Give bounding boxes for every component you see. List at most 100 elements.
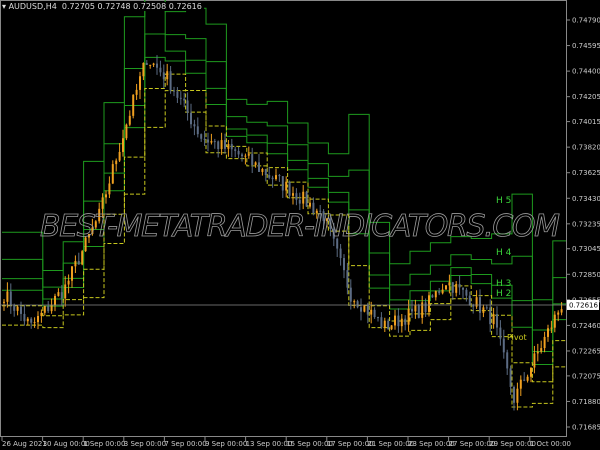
candle — [67, 274, 70, 294]
candle — [13, 303, 16, 317]
candle-body — [349, 287, 352, 302]
candle-body — [247, 154, 250, 156]
level-label-h3: H 3 — [496, 279, 511, 289]
candle — [519, 375, 522, 396]
candle — [227, 139, 230, 157]
candle — [305, 190, 308, 208]
candle-body — [261, 168, 264, 172]
h3-line — [2, 33, 566, 353]
candle-body — [458, 283, 461, 288]
candle — [468, 291, 471, 306]
candle — [156, 55, 158, 75]
price-chart[interactable]: 0.74790 0.74595 0.74400 0.74205 0.74015 0.738… — [0, 0, 600, 450]
candle — [64, 276, 67, 307]
candle — [108, 176, 111, 199]
candle — [173, 86, 175, 97]
candle-body — [77, 260, 80, 265]
candle-body — [193, 124, 196, 127]
candle-body — [108, 183, 111, 195]
candle — [492, 307, 495, 329]
candle — [394, 309, 396, 330]
candle — [244, 153, 247, 165]
candle — [26, 316, 29, 326]
candle — [281, 175, 284, 198]
candle-body — [397, 315, 400, 327]
candle — [50, 298, 53, 314]
candle — [122, 129, 124, 157]
candle — [264, 168, 267, 182]
candle-body — [6, 291, 9, 302]
candle — [533, 345, 536, 374]
candle — [47, 301, 50, 313]
candle-body — [417, 305, 420, 318]
candle-body — [550, 327, 553, 329]
candle-body — [431, 295, 434, 298]
candle — [237, 146, 240, 159]
candle-body — [346, 270, 349, 288]
price-label: 0.72460 — [572, 322, 600, 330]
price-label: 0.72850 — [572, 271, 600, 279]
candle — [550, 320, 553, 334]
candle-body — [363, 305, 366, 312]
candle-body — [9, 291, 12, 306]
candle-body — [200, 134, 203, 139]
candle-body — [37, 315, 39, 323]
candle — [380, 312, 383, 329]
candle-body — [203, 138, 206, 140]
price-label: 0.73045 — [572, 245, 600, 253]
candle-body — [434, 291, 437, 298]
current-price-label: 0.72616 — [569, 301, 598, 309]
candle-body — [485, 307, 488, 309]
candle-body — [506, 352, 509, 369]
candle-body — [145, 62, 148, 65]
chart-window[interactable]: 0.74790 0.74595 0.74400 0.74205 0.74015 0.738… — [0, 0, 600, 450]
candle-body — [173, 90, 175, 92]
candle — [421, 295, 424, 324]
candle-body — [533, 353, 536, 368]
candle — [271, 175, 274, 188]
candle-body — [64, 284, 67, 299]
candle-body — [414, 305, 417, 312]
candle — [190, 103, 192, 129]
price-label: 0.73235 — [572, 220, 600, 228]
candle — [169, 65, 172, 94]
candle — [9, 283, 12, 314]
watermark: BEST-METATRADER-INDICATORS.COM — [40, 209, 560, 244]
candle — [438, 287, 441, 296]
candle-body — [60, 292, 63, 299]
candle-body — [557, 312, 560, 315]
candle-body — [159, 67, 162, 73]
time-label: 3 Sep 00:00 — [124, 440, 166, 448]
candle-body — [513, 386, 515, 403]
candle-body — [492, 314, 495, 325]
candle-body — [3, 301, 5, 303]
candle-body — [186, 100, 189, 113]
candle-body — [448, 282, 451, 286]
candle-body — [455, 283, 458, 293]
candle-body — [207, 139, 209, 143]
candle — [343, 254, 345, 279]
candle-body — [125, 124, 128, 139]
price-label: 0.73625 — [572, 169, 600, 177]
candle — [210, 133, 213, 145]
candle — [251, 147, 254, 174]
candle-body — [33, 322, 36, 324]
candle — [373, 307, 376, 319]
candle-body — [441, 289, 444, 294]
price-label: 0.71880 — [572, 398, 600, 406]
candle — [455, 281, 458, 297]
candle-body — [516, 388, 519, 403]
candle-body — [118, 151, 121, 161]
candle — [230, 138, 233, 158]
candle-body — [400, 318, 403, 327]
candle-body — [179, 97, 182, 99]
candle-body — [47, 306, 50, 312]
candle — [543, 331, 546, 353]
candle-body — [101, 197, 104, 209]
candle-body — [526, 376, 529, 381]
candle-body — [411, 308, 413, 312]
candle — [516, 382, 519, 411]
candle — [397, 308, 400, 333]
candle-body — [536, 351, 539, 354]
candle-body — [390, 325, 393, 330]
